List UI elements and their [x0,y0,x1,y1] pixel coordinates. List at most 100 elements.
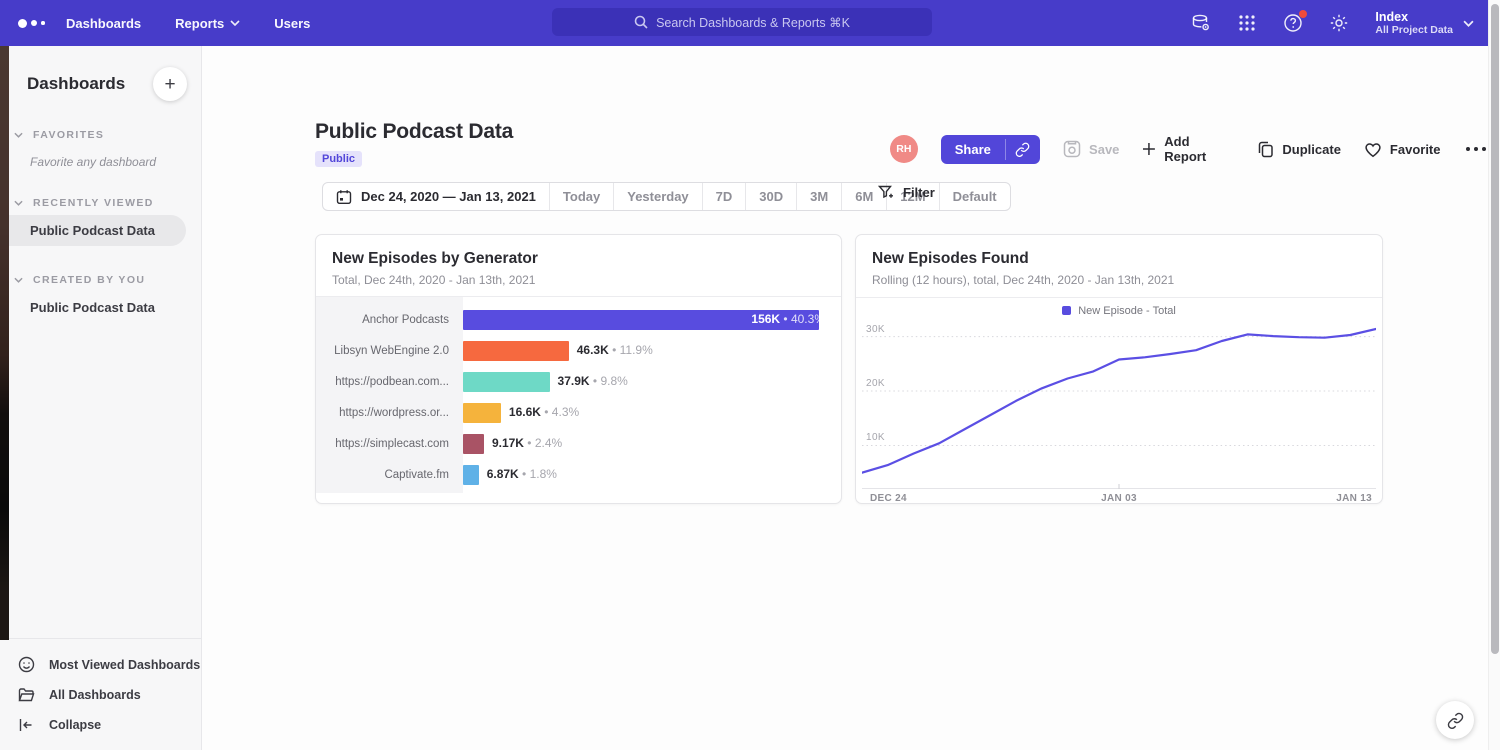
nav-item-dashboards[interactable]: Dashboards [66,16,141,31]
line-chart-svg [862,323,1376,489]
share-button[interactable]: Share [941,135,1005,164]
created-section-label: CREATED BY YOU [33,274,145,286]
folder-icon [18,687,35,703]
preset-30d[interactable]: 30D [746,183,797,210]
bar-chart-title: New Episodes by Generator [332,250,825,268]
more-options-button[interactable] [1464,143,1489,156]
preset-3m[interactable]: 3M [797,183,842,210]
bar-track: 156K • 40.3% [463,310,833,330]
link-icon [1447,712,1464,729]
bar-track: 46.3K • 11.9% [463,341,833,361]
add-dashboard-button[interactable]: + [153,67,187,101]
line-chart-card: New Episodes Found Rolling (12 hours), t… [855,234,1383,504]
project-selector[interactable]: Index All Project Data [1375,10,1474,37]
favorites-section-header[interactable]: FAVORITES [0,129,201,141]
all-dashboards-button[interactable]: All Dashboards [0,680,201,710]
bar[interactable] [463,372,550,392]
collapse-sidebar-button[interactable]: Collapse [0,710,201,740]
chevron-down-icon [14,200,23,206]
bar[interactable] [463,465,479,485]
bar[interactable] [463,403,501,423]
add-report-button[interactable]: Add Report [1142,134,1234,164]
bar-row: https://wordpress.or... 16.6K • 4.3% [316,397,833,428]
bar-chart-card: New Episodes by Generator Total, Dec 24t… [315,234,842,504]
sidebar-item-public-podcast-data-2[interactable]: Public Podcast Data [0,292,201,323]
line-chart-subtitle: Rolling (12 hours), total, Dec 24th, 202… [872,273,1366,287]
y-axis-tick-label: 30K [866,324,885,335]
preset-7d[interactable]: 7D [703,183,747,210]
sidebar-title: Dashboards [27,74,125,94]
bar-category-label: https://wordpress.or... [316,407,463,419]
recent-section-label: RECENTLY VIEWED [33,197,154,209]
mixpanel-logo-icon[interactable] [18,19,64,28]
filter-label: Filter [903,185,935,200]
created-section-header[interactable]: CREATED BY YOU [0,274,201,286]
all-dashboards-label: All Dashboards [49,688,141,702]
line-series[interactable] [862,329,1376,473]
public-badge: Public [315,151,362,167]
most-viewed-dashboards-label: Most Viewed Dashboards [49,658,200,672]
bar-value-label: 46.3K • 11.9% [577,343,653,357]
nav-item-users[interactable]: Users [274,16,310,31]
avatar[interactable]: RH [890,135,918,163]
scrollbar-thumb[interactable] [1491,4,1499,654]
duplicate-button[interactable]: Duplicate [1257,141,1341,158]
bar-row: Captivate.fm6.87K • 1.8% [316,459,833,490]
save-label: Save [1089,142,1119,157]
favorites-section-label: FAVORITES [33,129,104,141]
duplicate-label: Duplicate [1282,142,1341,157]
bar[interactable] [463,434,484,454]
bar-value-label: 9.17K • 2.4% [492,436,562,450]
settings-gear-icon[interactable] [1329,13,1349,33]
save-button[interactable]: Save [1063,140,1119,158]
nav-item-reports[interactable]: Reports [175,16,240,31]
heart-icon [1364,141,1382,158]
bar-track: 9.17K • 2.4% [463,434,833,454]
x-axis-tick-label: JAN 03 [1101,493,1137,504]
favorites-empty-text: Favorite any dashboard [0,141,201,169]
preset-today[interactable]: Today [550,183,614,210]
project-subtitle: All Project Data [1375,24,1453,37]
bar-chart-subtitle: Total, Dec 24th, 2020 - Jan 13th, 2021 [332,273,825,287]
preset-default[interactable]: Default [940,183,1010,210]
most-viewed-dashboards-button[interactable]: Most Viewed Dashboards [0,649,201,680]
bar-track: 6.87K • 1.8% [463,465,833,485]
nav-menu: Dashboards Reports Users [66,16,310,31]
data-management-icon[interactable] [1191,13,1211,33]
vertical-scrollbar[interactable] [1488,0,1500,750]
main-content: Public Podcast Data Public RH Share Save… [202,46,1488,750]
favorite-button[interactable]: Favorite [1364,141,1441,158]
bar-value-label: 16.6K • 4.3% [509,405,579,419]
link-icon [1015,142,1030,157]
bar-chart-rows: Anchor Podcasts156K • 40.3%Libsyn WebEng… [316,304,833,490]
bar-chart-body: Anchor Podcasts156K • 40.3%Libsyn WebEng… [316,296,841,503]
legend-swatch [1062,306,1071,315]
help-icon[interactable] [1283,13,1303,33]
bar-row: https://podbean.com...37.9K • 9.8% [316,366,833,397]
bar-category-label: Libsyn WebEngine 2.0 [316,345,463,357]
filter-button[interactable]: Filter [878,185,935,200]
sidebar-item-public-podcast-data[interactable]: Public Podcast Data [0,215,186,246]
copy-link-button[interactable] [1005,135,1040,164]
share-link-fab[interactable] [1436,701,1474,739]
bar-row: https://simplecast.com 9.17K • 2.4% [316,428,833,459]
x-axis-tick-label: DEC 24 [870,493,907,504]
bar-track: 37.9K • 9.8% [463,372,833,392]
recent-section-header[interactable]: RECENTLY VIEWED [0,197,201,209]
sidebar-section-favorites: FAVORITES Favorite any dashboard [0,129,201,169]
bar[interactable] [463,341,569,361]
filter-funnel-icon [878,185,894,200]
bar-category-label: Captivate.fm [316,469,463,481]
top-nav: Dashboards Reports Users Search Dashboar… [0,0,1500,46]
bar-category-label: https://simplecast.com [316,438,463,450]
y-axis-tick-label: 20K [866,378,885,389]
chevron-down-icon [230,20,240,26]
date-range-picker[interactable]: Dec 24, 2020 — Jan 13, 2021 [323,183,550,210]
collapse-left-icon [18,717,35,733]
share-button-group: Share [941,135,1040,164]
chevron-down-icon [14,277,23,283]
preset-yesterday[interactable]: Yesterday [614,183,702,210]
date-range-label: Dec 24, 2020 — Jan 13, 2021 [361,189,536,204]
search-input[interactable]: Search Dashboards & Reports ⌘K [552,8,932,36]
apps-grid-icon[interactable] [1237,13,1257,33]
